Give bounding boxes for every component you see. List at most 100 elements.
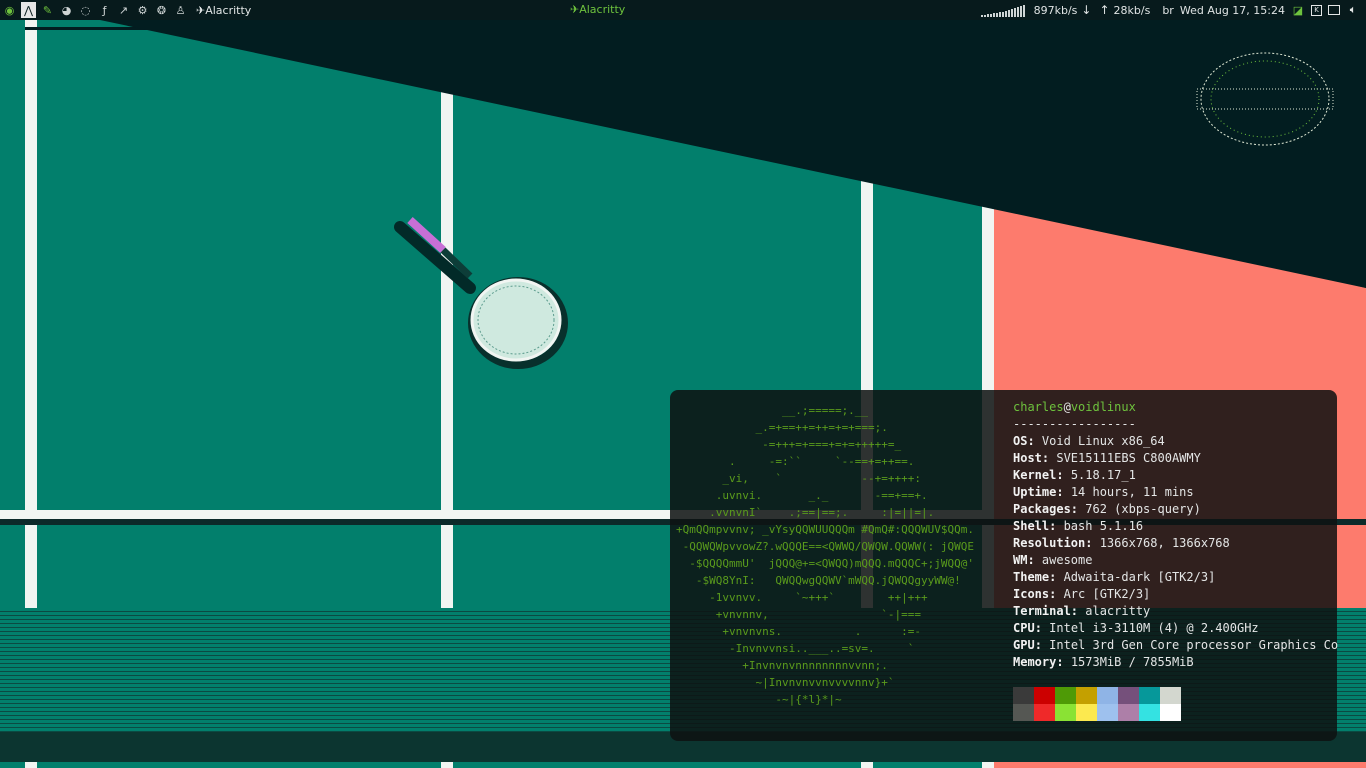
info-colon: : bbox=[1027, 553, 1042, 567]
editor-icon[interactable]: ✎ bbox=[40, 2, 55, 18]
info-key: Icons bbox=[1013, 587, 1050, 601]
net-graph-bar bbox=[1022, 5, 1025, 17]
info-key: Packages bbox=[1013, 502, 1071, 516]
info-value: Void Linux x86_64 bbox=[1041, 434, 1165, 448]
status-area: 897kb/s ↓ ↑ 28kb/s br Wed Aug 17, 15:24 … bbox=[980, 0, 1366, 20]
info-row: Resolution: 1366x768, 1366x768 bbox=[1013, 535, 1338, 552]
info-row: Memory: 1573MiB / 7855MiB bbox=[1013, 654, 1338, 671]
raspberry-icon[interactable]: ❂ bbox=[154, 2, 169, 18]
info-value: Intel 3rd Gen Core processor Graphics Co bbox=[1049, 638, 1339, 652]
info-colon: : bbox=[1056, 655, 1071, 669]
info-colon: : bbox=[1049, 519, 1064, 533]
info-row: Theme: Adwaita-dark [GTK2/3] bbox=[1013, 569, 1338, 586]
info-key: WM bbox=[1013, 553, 1028, 567]
fedora-icon[interactable]: ƒ bbox=[97, 2, 112, 18]
info-value: Arc [GTK2/3] bbox=[1063, 587, 1151, 601]
arrow-up-icon: ↑ bbox=[1099, 3, 1110, 17]
color-swatch bbox=[1034, 687, 1055, 704]
info-row: Terminal: alacritty bbox=[1013, 603, 1338, 620]
volume-icon[interactable]: 🔈︎ bbox=[1346, 3, 1360, 17]
arrow-down-icon: ↓ bbox=[1081, 3, 1092, 17]
info-key: Memory bbox=[1013, 655, 1057, 669]
info-value: SVE15111EBS C800AWMY bbox=[1056, 451, 1201, 465]
net-graph-bar bbox=[998, 12, 1001, 17]
net-graph-bar bbox=[1013, 8, 1016, 17]
info-colon: : bbox=[1034, 621, 1050, 635]
info-row: Icons: Arc [GTK2/3] bbox=[1013, 586, 1338, 603]
info-row: Packages: 762 (xbps-query) bbox=[1013, 501, 1338, 518]
keyboard-icon[interactable]: K bbox=[1311, 4, 1322, 16]
desktop-ascii-logo bbox=[1188, 44, 1334, 146]
net-graph-bar bbox=[1010, 9, 1013, 17]
link-icon[interactable]: ↗ bbox=[116, 2, 131, 18]
info-row: WM: awesome bbox=[1013, 552, 1338, 569]
info-value: 762 (xbps-query) bbox=[1085, 502, 1201, 516]
info-key: Host bbox=[1013, 451, 1042, 465]
info-value: 1573MiB / 7855MiB bbox=[1070, 655, 1194, 669]
info-colon: : bbox=[1049, 570, 1064, 584]
display-icon[interactable] bbox=[1328, 5, 1340, 15]
info-key: CPU bbox=[1013, 621, 1035, 635]
color-swatch bbox=[1055, 687, 1076, 704]
debian-icon[interactable]: ◌ bbox=[78, 2, 93, 18]
info-value: 5.18.17_1 bbox=[1070, 468, 1136, 482]
net-graph-bar bbox=[1001, 12, 1004, 17]
info-value: 1366x768, 1366x768 bbox=[1099, 536, 1230, 550]
info-value: Adwaita-dark [GTK2/3] bbox=[1063, 570, 1216, 584]
gear-icon[interactable]: ⚙ bbox=[135, 2, 150, 18]
color-swatch bbox=[1055, 704, 1076, 721]
info-value: alacritty bbox=[1085, 604, 1151, 618]
info-key: Shell bbox=[1013, 519, 1050, 533]
info-value: 14 hours, 11 mins bbox=[1070, 485, 1194, 499]
clock[interactable]: Wed Aug 17, 15:24 bbox=[1180, 4, 1285, 17]
task-title[interactable]: ✈Alacritty bbox=[196, 4, 251, 17]
penguin-icon[interactable]: ♙ bbox=[173, 2, 188, 18]
void-icon[interactable]: ◉ bbox=[2, 2, 17, 18]
color-swatch bbox=[1160, 704, 1181, 721]
info-row: OS: Void Linux x86_64 bbox=[1013, 433, 1338, 450]
info-row: Shell: bash 5.1.16 bbox=[1013, 518, 1338, 535]
keyboard-layout[interactable]: br bbox=[1162, 4, 1174, 17]
info-colon: : bbox=[1070, 502, 1086, 516]
net-graph-bar bbox=[986, 14, 989, 17]
info-colon: : bbox=[1049, 587, 1064, 601]
info-key: Terminal bbox=[1013, 604, 1071, 618]
info-row: Kernel: 5.18.17_1 bbox=[1013, 467, 1338, 484]
color-swatch bbox=[1013, 687, 1034, 704]
color-swatch bbox=[1139, 687, 1160, 704]
net-down-rate: 897kb/s bbox=[1033, 3, 1078, 17]
info-key: Kernel bbox=[1013, 468, 1057, 482]
info-colon: : bbox=[1070, 604, 1086, 618]
info-list: OS: Void Linux x86_64 Host: SVE15111EBS C… bbox=[1013, 433, 1338, 671]
info-key: Resolution bbox=[1013, 536, 1086, 550]
color-swatch bbox=[1139, 704, 1160, 721]
color-swatch bbox=[1076, 704, 1097, 721]
color-swatch bbox=[1118, 687, 1139, 704]
alacritty-terminal[interactable]: __.;=====;.__ _.=+==++=++=+=+===;. -=+++… bbox=[670, 390, 1338, 741]
hostname: voidlinux bbox=[1070, 400, 1136, 414]
info-value: awesome bbox=[1041, 553, 1093, 567]
net-graph-bar bbox=[980, 15, 983, 17]
info-key: GPU bbox=[1013, 638, 1035, 652]
net-graph-bar bbox=[1019, 6, 1022, 17]
net-graph-bar bbox=[992, 13, 995, 17]
info-key: Uptime bbox=[1013, 485, 1057, 499]
color-swatch bbox=[1013, 704, 1034, 721]
info-row: Host: SVE15111EBS C800AWMY bbox=[1013, 450, 1338, 467]
color-swatch bbox=[1097, 704, 1118, 721]
info-row: Uptime: 14 hours, 11 mins bbox=[1013, 484, 1338, 501]
info-value: bash 5.1.16 bbox=[1063, 519, 1144, 533]
arch-icon[interactable]: ⋀ bbox=[21, 2, 36, 18]
info-colon: : bbox=[1027, 434, 1042, 448]
info-row: GPU: Intel 3rd Gen Core processor Graphi… bbox=[1013, 637, 1338, 654]
gimp-icon[interactable]: ◕ bbox=[59, 2, 74, 18]
user-host-line: charles@voidlinux bbox=[1013, 399, 1338, 416]
net-up-rate: 28kb/s bbox=[1113, 3, 1151, 17]
info-row: CPU: Intel i3-3110M (4) @ 2.400GHz bbox=[1013, 620, 1338, 637]
palette-row bbox=[1013, 704, 1181, 721]
network-icon[interactable]: ◪ bbox=[1291, 3, 1305, 17]
info-key: OS bbox=[1013, 434, 1028, 448]
at-sign: @ bbox=[1063, 400, 1071, 414]
color-palette bbox=[1013, 687, 1181, 721]
color-swatch bbox=[1076, 687, 1097, 704]
